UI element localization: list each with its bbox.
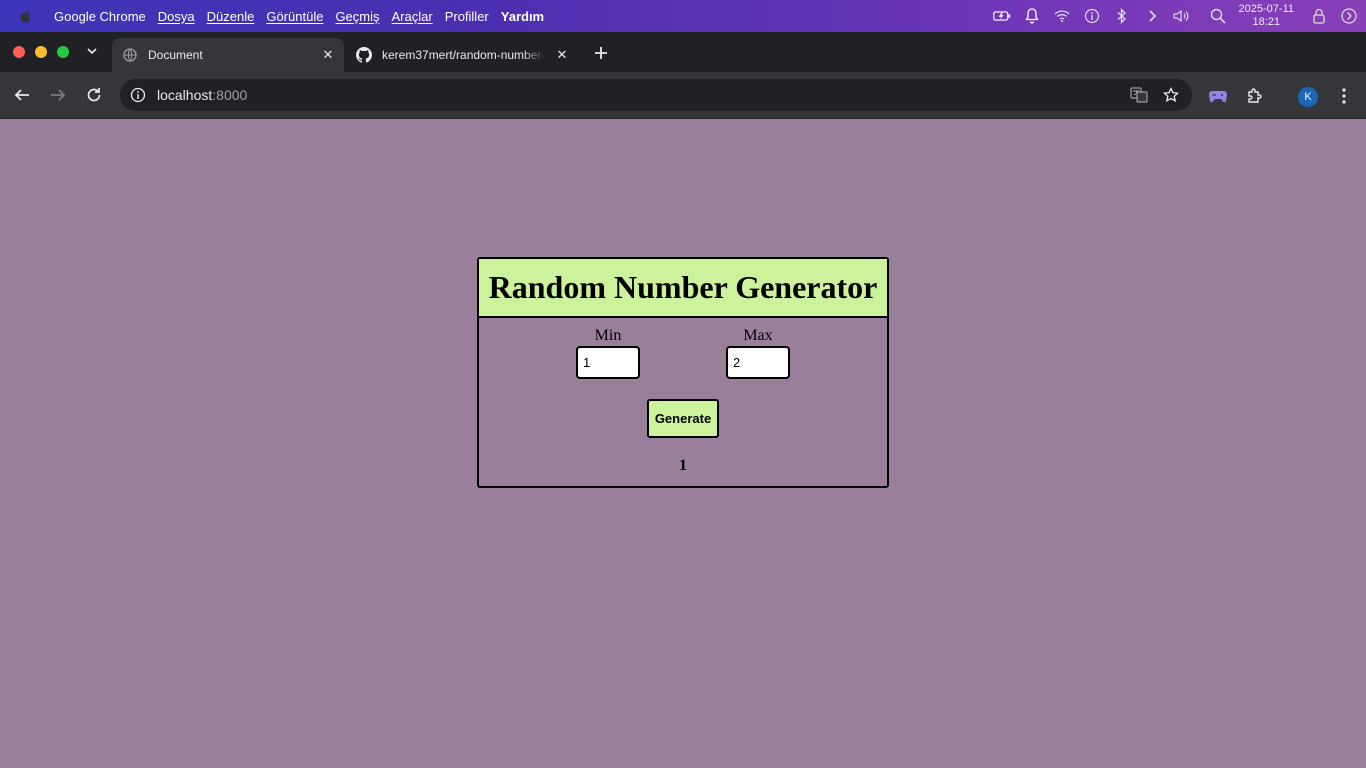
clock-time: 18:21 bbox=[1252, 16, 1281, 28]
info-icon[interactable] bbox=[1083, 7, 1101, 25]
bookmark-star-icon[interactable] bbox=[1162, 86, 1180, 104]
notification-bell-icon[interactable] bbox=[1023, 7, 1041, 25]
clock[interactable]: 2025-07-11 18:21 bbox=[1239, 3, 1294, 29]
card-header: Random Number Generator bbox=[479, 259, 887, 318]
menu-app-name[interactable]: Google Chrome bbox=[54, 9, 146, 24]
system-tray: 2025-07-11 18:21 bbox=[987, 0, 1366, 32]
tab-github[interactable]: kerem37mert/random-number-generator ✕ bbox=[346, 38, 578, 72]
max-input[interactable] bbox=[726, 346, 790, 379]
profile-avatar[interactable]: K bbox=[1298, 87, 1318, 107]
page-title: Random Number Generator bbox=[488, 269, 878, 305]
bluetooth-icon[interactable] bbox=[1113, 7, 1131, 25]
forward-arrow-icon[interactable] bbox=[48, 85, 68, 105]
menu-history[interactable]: Geçmiş bbox=[335, 9, 379, 24]
range-fields: Min Max bbox=[479, 318, 887, 402]
site-info-icon[interactable] bbox=[130, 87, 146, 103]
translate-icon[interactable] bbox=[1130, 86, 1148, 104]
apple-icon[interactable] bbox=[18, 9, 32, 23]
max-field-group: Max bbox=[726, 326, 790, 379]
tab-title: Document bbox=[148, 48, 203, 62]
generate-button[interactable]: Generate bbox=[647, 399, 719, 438]
tab-title: kerem37mert/random-number-generator bbox=[382, 48, 546, 62]
battery-icon[interactable] bbox=[992, 7, 1011, 25]
menu-profiles[interactable]: Profiller bbox=[445, 9, 489, 24]
new-tab-plus-icon[interactable] bbox=[592, 44, 610, 62]
generator-card: Random Number Generator Min Max Generate… bbox=[477, 257, 889, 488]
window-minimize-button[interactable] bbox=[35, 46, 47, 58]
url-port: :8000 bbox=[212, 87, 248, 103]
menu-tools[interactable]: Araçlar bbox=[392, 9, 433, 24]
tab-strip: Document ✕ kerem37mert/random-number-gen… bbox=[0, 32, 1366, 72]
max-label: Max bbox=[743, 327, 773, 344]
tab-close-icon[interactable]: ✕ bbox=[554, 47, 570, 63]
reload-icon[interactable] bbox=[84, 85, 104, 105]
url-text: localhost:8000 bbox=[157, 87, 247, 103]
menu-bar: Google Chrome Dosya Düzenle Görüntüle Ge… bbox=[0, 0, 1366, 32]
menu-edit[interactable]: Düzenle bbox=[207, 9, 255, 24]
chrome-menu-icon[interactable] bbox=[1334, 86, 1354, 106]
clock-date: 2025-07-11 bbox=[1238, 3, 1294, 15]
url-host: localhost bbox=[157, 87, 213, 103]
back-arrow-icon[interactable] bbox=[12, 85, 32, 105]
menu-help[interactable]: Yardım bbox=[501, 9, 544, 24]
window-close-button[interactable] bbox=[13, 46, 25, 58]
wifi-icon[interactable] bbox=[1053, 7, 1071, 25]
volume-icon[interactable] bbox=[1172, 7, 1191, 25]
tab-close-icon[interactable]: ✕ bbox=[320, 47, 336, 63]
lock-icon[interactable] bbox=[1310, 7, 1328, 25]
min-input[interactable] bbox=[576, 346, 640, 379]
extension-gamepad-icon[interactable] bbox=[1208, 86, 1228, 106]
search-icon[interactable] bbox=[1209, 7, 1227, 25]
menu-view[interactable]: Görüntüle bbox=[266, 9, 323, 24]
min-label: Min bbox=[594, 327, 622, 344]
github-icon bbox=[356, 47, 372, 63]
extensions-puzzle-icon[interactable] bbox=[1245, 86, 1265, 106]
chevron-right-icon[interactable] bbox=[1143, 7, 1161, 25]
globe-icon bbox=[122, 47, 138, 63]
tab-document[interactable]: Document ✕ bbox=[112, 38, 344, 72]
control-center-icon[interactable] bbox=[1340, 7, 1358, 25]
tab-search-chevron-icon[interactable] bbox=[83, 42, 101, 60]
result-value: 1 bbox=[679, 457, 687, 474]
min-field-group: Min bbox=[576, 326, 640, 379]
address-bar[interactable]: localhost:8000 bbox=[120, 79, 1192, 111]
menu-file[interactable]: Dosya bbox=[158, 9, 195, 24]
window-maximize-button[interactable] bbox=[57, 46, 69, 58]
browser-toolbar: localhost:8000 bbox=[0, 72, 1366, 119]
